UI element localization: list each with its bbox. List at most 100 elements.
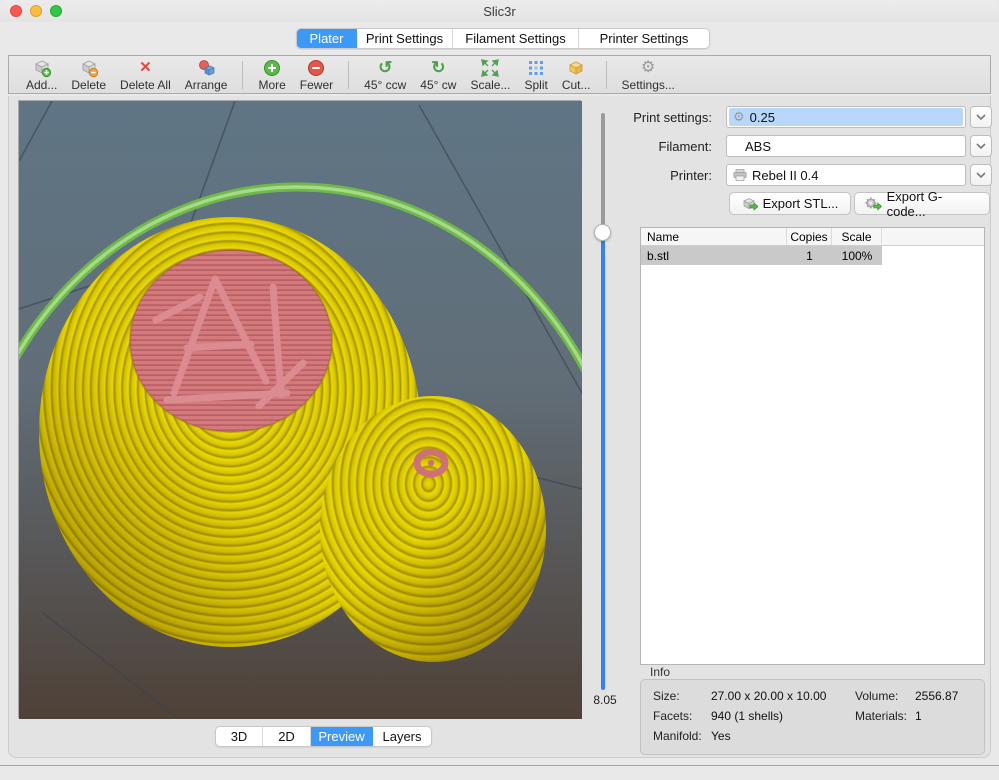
export-stl-label: Export STL... (763, 196, 839, 211)
column-header-scale[interactable]: Scale (832, 228, 882, 245)
facets-label: Facets: (653, 709, 711, 723)
toolbar-label: Add... (26, 78, 57, 92)
info-section-title: Info (650, 665, 670, 679)
toolbar-label: More (258, 78, 285, 92)
settings-button[interactable]: ⚙ Settings... (615, 57, 682, 93)
object-scale: 100% (832, 249, 882, 263)
filament-dropdown-button[interactable] (970, 135, 992, 157)
toolbar-label: Split (524, 78, 547, 92)
printer-value: Rebel II 0.4 (752, 168, 819, 183)
printer-icon (733, 169, 747, 181)
layer-slider-track-filled[interactable] (601, 233, 605, 690)
rotate-ccw-button[interactable]: ↺ 45° ccw (357, 57, 413, 93)
rotate-ccw-icon: ↺ (378, 58, 392, 78)
add-button[interactable]: Add... (19, 57, 64, 93)
materials-value: 1 (915, 709, 922, 723)
toolbar-separator (348, 61, 349, 89)
tab-3d[interactable]: 3D (216, 727, 263, 746)
3d-viewport[interactable] (18, 100, 581, 718)
rotate-cw-button[interactable]: ↻ 45° cw (413, 57, 463, 93)
manifold-value: Yes (711, 729, 731, 743)
chevron-down-icon (976, 114, 986, 120)
object-list-header: Name Copies Scale (641, 228, 984, 246)
gear-icon: ⚙ (733, 109, 745, 125)
print-settings-label: Print settings: (617, 110, 712, 125)
settings-icon: ⚙ (641, 58, 655, 78)
window-title: Slic3r (0, 4, 999, 19)
cut-button[interactable]: Cut... (555, 57, 598, 93)
column-header-name[interactable]: Name (641, 228, 787, 245)
scale-icon (480, 58, 500, 78)
print-settings-value: 0.25 (750, 110, 775, 125)
tab-filament-settings[interactable]: Filament Settings (453, 29, 579, 48)
toolbar-label: Cut... (562, 78, 591, 92)
object-list[interactable]: Name Copies Scale b.stl 1 100% (640, 227, 985, 665)
main-tab-bar: Plater Print Settings Filament Settings … (296, 28, 710, 49)
chevron-down-icon (976, 143, 986, 149)
column-header-copies[interactable]: Copies (787, 228, 832, 245)
toolbar: Add... Delete ✕ Delete All Arrange More (8, 55, 991, 94)
export-gcode-button[interactable]: Export G-code... (854, 192, 990, 215)
delete-all-icon: ✕ (139, 58, 152, 78)
volume-value: 2556.87 (915, 689, 958, 703)
filament-label: Filament: (617, 139, 712, 154)
printer-combobox[interactable]: Rebel II 0.4 (726, 164, 966, 186)
delete-all-button[interactable]: ✕ Delete All (113, 57, 178, 93)
slic3r-window: Slic3r Plater Print Settings Filament Se… (0, 0, 999, 780)
more-icon (263, 58, 281, 78)
view-mode-tabs: 3D 2D Preview Layers (215, 726, 432, 747)
cut-icon (566, 58, 586, 78)
table-row[interactable]: b.stl 1 100% (641, 246, 984, 265)
size-label: Size: (653, 689, 711, 703)
title-bar: Slic3r (0, 0, 999, 22)
export-gcode-label: Export G-code... (887, 189, 979, 219)
toolbar-label: 45° cw (420, 78, 456, 92)
add-icon (32, 58, 52, 78)
toolbar-label: 45° ccw (364, 78, 406, 92)
more-button[interactable]: More (251, 57, 292, 93)
tab-print-settings[interactable]: Print Settings (357, 29, 453, 48)
toolbar-separator (606, 61, 607, 89)
print-settings-combobox[interactable]: ⚙ 0.25 (726, 106, 966, 128)
printer-label: Printer: (617, 168, 712, 183)
rotate-cw-icon: ↻ (431, 58, 445, 78)
toolbar-label: Delete All (120, 78, 171, 92)
fewer-icon (307, 58, 325, 78)
chevron-down-icon (976, 172, 986, 178)
size-value: 27.00 x 20.00 x 10.00 (711, 689, 826, 703)
print-settings-dropdown-button[interactable] (970, 106, 992, 128)
materials-label: Materials: (855, 709, 915, 723)
toolbar-label: Delete (71, 78, 106, 92)
toolbar-label: Settings... (622, 78, 675, 92)
toolbar-separator (242, 61, 243, 89)
layer-height-value: 8.05 (583, 693, 627, 707)
filament-value: ABS (745, 139, 771, 154)
bottom-strip (0, 766, 999, 780)
object-name: b.stl (641, 249, 787, 263)
toolbar-label: Scale... (470, 78, 510, 92)
fewer-button[interactable]: Fewer (293, 57, 340, 93)
column-header-filler (882, 228, 984, 245)
scale-button[interactable]: Scale... (463, 57, 517, 93)
arrange-button[interactable]: Arrange (178, 57, 235, 93)
printer-dropdown-button[interactable] (970, 164, 992, 186)
split-button[interactable]: Split (517, 57, 554, 93)
tab-2d[interactable]: 2D (263, 727, 311, 746)
layer-slider-track[interactable] (601, 113, 605, 233)
info-box: Size: 27.00 x 20.00 x 10.00 Volume: 2556… (640, 679, 985, 755)
object-copies: 1 (787, 249, 832, 263)
delete-button[interactable]: Delete (64, 57, 113, 93)
tab-layers[interactable]: Layers (373, 727, 431, 746)
export-stl-icon (742, 197, 758, 211)
manifold-label: Manifold: (653, 729, 711, 743)
tab-plater[interactable]: Plater (297, 29, 357, 48)
toolbar-label: Arrange (185, 78, 228, 92)
export-gcode-icon (865, 197, 882, 211)
filament-combobox[interactable]: ABS (726, 135, 966, 157)
tab-printer-settings[interactable]: Printer Settings (579, 29, 709, 48)
delete-icon (79, 58, 99, 78)
export-stl-button[interactable]: Export STL... (729, 192, 851, 215)
toolbar-label: Fewer (300, 78, 333, 92)
layer-slider-thumb[interactable] (594, 224, 611, 241)
tab-preview[interactable]: Preview (311, 727, 373, 746)
